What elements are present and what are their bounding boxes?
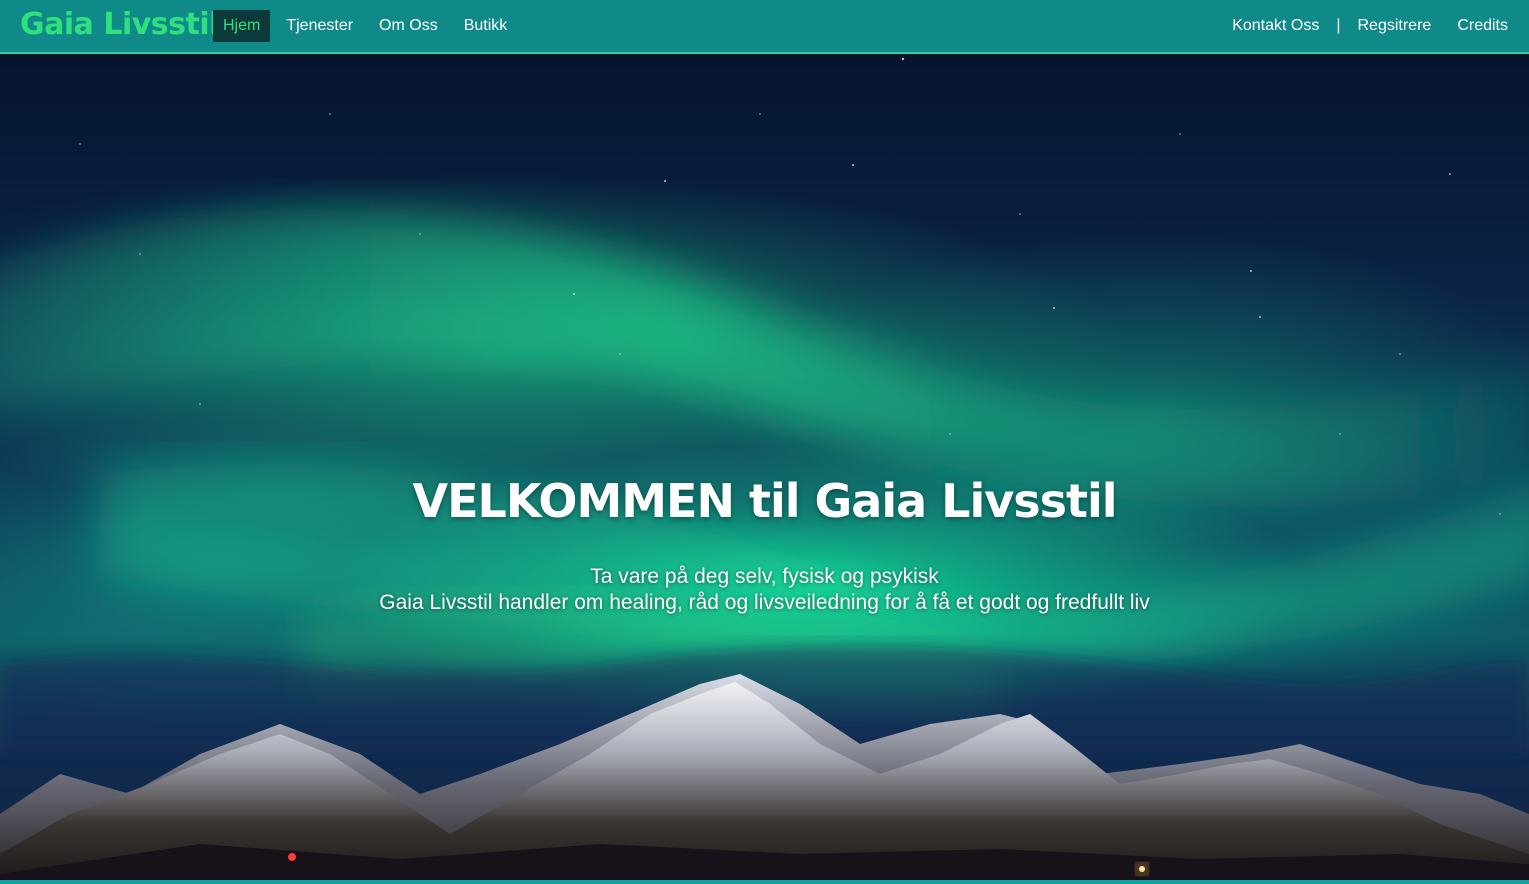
nav-regsitrere-link[interactable]: Regsitrere [1345, 10, 1445, 42]
brand-logo-link[interactable]: Gaia Livsstil [20, 5, 219, 45]
top-navbar: Gaia Livsstil Hjem Tjenester Om Oss Buti… [0, 0, 1529, 54]
nav-credits-link[interactable]: Credits [1444, 10, 1521, 42]
hero-subtitle-line-2: Gaia Livsstil handler om healing, råd og… [379, 591, 1150, 614]
nav-hjem-link[interactable]: Hjem [213, 10, 271, 42]
hero-title-prefix: VELKOMMEN til [412, 474, 800, 528]
hero-title: VELKOMMEN til Gaia Livsstil [0, 474, 1529, 528]
hero-subtitle: Ta vare på deg selv, fysisk og psykisk G… [0, 564, 1529, 616]
nav-om-oss-link[interactable]: Om Oss [366, 10, 451, 42]
hero-title-brand: Gaia Livsstil [814, 474, 1118, 528]
hero-banner: VELKOMMEN til Gaia Livsstil Ta vare på d… [0, 54, 1529, 884]
secondary-nav: Kontakt Oss | Regsitrere Credits [1219, 10, 1521, 42]
nav-butikk-link[interactable]: Butikk [451, 10, 521, 42]
hero-subtitle-line-1: Ta vare på deg selv, fysisk og psykisk [590, 565, 939, 588]
nav-tjenester-link[interactable]: Tjenester [273, 10, 366, 42]
nav-kontakt-oss-link[interactable]: Kontakt Oss [1219, 10, 1332, 42]
aurora-mountain-background-image [0, 57, 1529, 884]
main-nav: Hjem Tjenester Om Oss Butikk [213, 10, 520, 42]
nav-separator: | [1336, 17, 1341, 34]
